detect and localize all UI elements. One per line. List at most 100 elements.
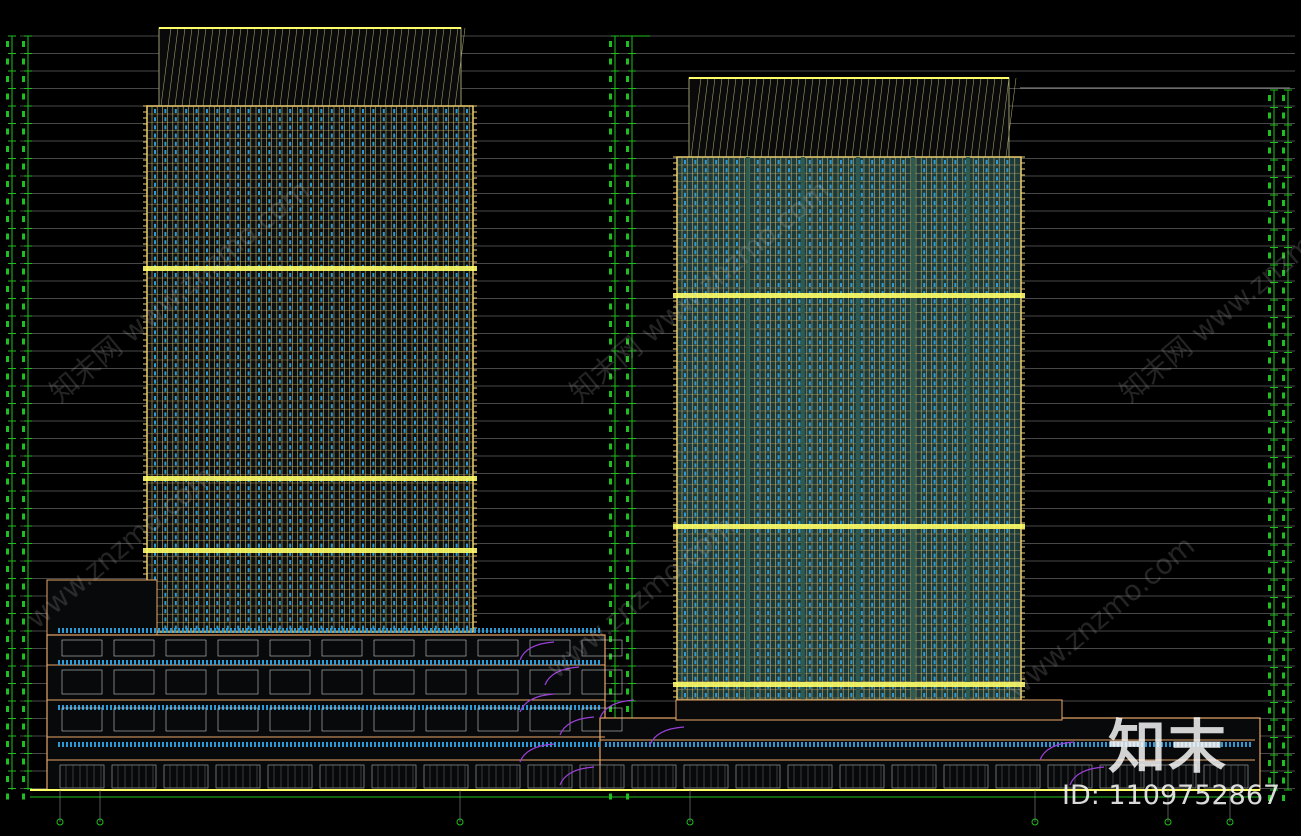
glazing-panel: [154, 355, 156, 359]
glazing-panel: [985, 365, 988, 369]
glazing-panel: [871, 332, 874, 337]
glazing-panel: [923, 283, 926, 287]
glazing-panel: [330, 592, 333, 597]
glazing-panel: [362, 584, 364, 589]
glazing-panel: [767, 176, 770, 181]
glazing-panel: [715, 315, 718, 320]
glazing-panel: [694, 356, 697, 361]
glazing-panel: [466, 609, 468, 614]
glazing-panel: [923, 250, 926, 255]
glazing-panel: [372, 338, 375, 343]
glazing-panel: [372, 109, 375, 113]
glazing-panel: [278, 510, 281, 515]
glazing-panel: [372, 609, 375, 614]
glazing-panel: [164, 158, 167, 163]
glazing-panel: [808, 561, 811, 566]
glazing-panel: [923, 274, 926, 279]
dimension-label-mark: [22, 286, 25, 292]
glazing-panel: [777, 414, 780, 419]
glazing-panel: [174, 387, 177, 392]
glazing-panel: [996, 258, 998, 263]
glazing-panel: [445, 412, 448, 417]
glazing-panel: [767, 447, 770, 451]
glazing-panel: [393, 346, 396, 351]
glazing-panel: [154, 109, 156, 113]
glazing-panel: [403, 322, 406, 327]
glazing-panel: [829, 619, 832, 624]
glazing-panel: [860, 422, 863, 427]
glazing-panel: [362, 109, 364, 113]
glazing-panel: [278, 371, 281, 376]
glazing-panel: [850, 455, 853, 460]
glazing-panel: [185, 330, 188, 335]
glazing-panel: [278, 527, 281, 532]
glazing-panel: [289, 494, 292, 499]
glazing-panel: [954, 463, 957, 468]
glazing-panel: [434, 445, 437, 450]
glazing-panel: [185, 527, 188, 532]
glazing-panel: [466, 199, 468, 204]
glazing-panel: [424, 297, 427, 302]
glazing-panel: [996, 192, 998, 197]
glazing-panel: [393, 215, 396, 220]
glazing-panel: [808, 496, 811, 501]
glazing-panel: [954, 643, 957, 648]
glazing-panel: [985, 397, 988, 402]
glazing-panel: [445, 191, 448, 195]
glazing-panel: [798, 242, 801, 246]
glazing-panel: [736, 365, 738, 369]
glazing-panel: [871, 553, 874, 558]
glazing-panel: [715, 471, 718, 476]
glazing-panel: [684, 332, 686, 337]
glazing-panel: [382, 535, 385, 540]
glazing-panel: [278, 543, 281, 548]
glazing-panel: [933, 635, 936, 640]
glazing-panel: [258, 346, 260, 351]
dimension-label-mark: [1282, 602, 1285, 609]
glazing-panel: [840, 627, 842, 632]
glazing-panel: [195, 453, 198, 458]
glazing-panel: [341, 207, 344, 212]
glazing-panel: [798, 496, 801, 501]
glazing-panel: [725, 209, 728, 214]
glazing-panel: [455, 543, 458, 548]
glazing-panel: [310, 133, 312, 138]
dimension-label-mark: [626, 181, 629, 187]
glazing-panel: [871, 176, 874, 181]
glazing-panel: [881, 479, 884, 484]
glazing-panel: [819, 160, 822, 164]
glazing-panel: [777, 283, 780, 287]
glazing-panel: [414, 371, 416, 376]
glazing-panel: [1006, 192, 1009, 197]
glazing-panel: [694, 463, 697, 468]
glazing-panel: [226, 404, 229, 409]
glazing-panel: [871, 619, 874, 624]
glazing-panel: [154, 240, 156, 245]
glazing-panel: [403, 412, 406, 417]
glazing-panel: [330, 609, 333, 614]
glazing-panel: [871, 274, 874, 279]
dimension-label-mark: [22, 741, 25, 747]
glazing-panel: [341, 256, 344, 261]
glazing-panel: [154, 568, 156, 573]
glazing-panel: [268, 502, 271, 507]
glazing-panel: [808, 332, 811, 337]
glazing-panel: [237, 199, 240, 204]
glazing-panel: [320, 412, 323, 417]
glazing-panel: [247, 396, 250, 400]
glazing-panel: [923, 488, 926, 492]
glazing-panel: [226, 576, 229, 581]
glazing-panel: [850, 217, 853, 222]
glazing-panel: [871, 455, 874, 460]
glazing-panel: [975, 266, 978, 271]
glazing-panel: [455, 223, 458, 228]
glazing-panel: [975, 365, 978, 369]
glazing-panel: [881, 373, 884, 378]
glazing-panel: [434, 141, 437, 146]
glazing-panel: [289, 232, 292, 236]
glazing-panel: [247, 445, 250, 450]
glazing-panel: [850, 602, 853, 607]
glazing-panel: [403, 355, 406, 359]
glazing-panel: [788, 504, 790, 509]
glazing-panel: [736, 512, 738, 517]
